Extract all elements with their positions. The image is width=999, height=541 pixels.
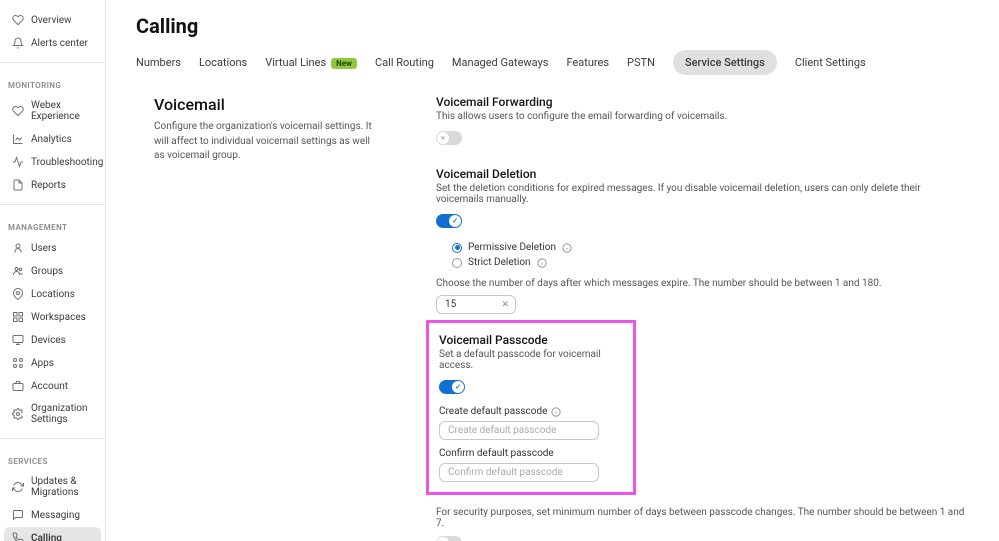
sidebar-section-services: SERVICES <box>0 447 105 470</box>
gear-icon <box>12 408 24 420</box>
phone-icon <box>12 532 24 541</box>
clear-icon[interactable]: ✕ <box>501 300 509 310</box>
passcode-toggle[interactable] <box>439 380 465 394</box>
chat-icon <box>12 509 24 521</box>
sidebar-label: Account <box>31 381 68 392</box>
new-badge: New <box>331 58 357 69</box>
sidebar-alerts-center[interactable]: Alerts center <box>4 32 101 54</box>
sidebar-apps[interactable]: Apps <box>4 352 101 374</box>
sidebar-label: Devices <box>31 335 66 346</box>
sidebar-groups[interactable]: Groups <box>4 260 101 282</box>
sidebar-overview[interactable]: Overview <box>4 9 101 31</box>
strict-radio[interactable] <box>452 258 462 268</box>
sidebar-org-settings[interactable]: Organization Settings <box>4 398 101 430</box>
sidebar-label: Groups <box>31 266 63 277</box>
sidebar-webex-experience[interactable]: Webex Experience <box>4 95 101 127</box>
tabs: Numbers Locations Virtual LinesNew Call … <box>136 50 969 75</box>
deletion-desc: Set the deletion conditions for expired … <box>436 183 969 205</box>
tab-features[interactable]: Features <box>566 50 609 75</box>
grid-icon <box>12 311 24 323</box>
create-passcode-input[interactable]: Create default passcode <box>439 421 599 440</box>
info-icon[interactable] <box>562 243 572 253</box>
sidebar-label: Apps <box>31 358 54 369</box>
pulse-icon <box>12 156 24 168</box>
sidebar-label: Workspaces <box>31 312 86 323</box>
deletion-title: Voicemail Deletion <box>436 167 969 181</box>
sidebar-label: Analytics <box>31 134 72 145</box>
tab-locations[interactable]: Locations <box>199 50 247 75</box>
sidebar-updates[interactable]: Updates & Migrations <box>4 471 101 503</box>
file-icon <box>12 179 24 191</box>
voicemail-heading: Voicemail <box>154 95 376 114</box>
create-passcode-label: Create default passcode <box>439 406 547 417</box>
sidebar-label: Locations <box>31 289 75 300</box>
sidebar-users[interactable]: Users <box>4 237 101 259</box>
tab-virtual-lines[interactable]: Virtual LinesNew <box>265 50 357 75</box>
heart-icon <box>12 105 24 117</box>
sidebar-label: Reports <box>31 180 66 191</box>
sidebar-analytics[interactable]: Analytics <box>4 128 101 150</box>
info-icon[interactable] <box>537 258 547 268</box>
heart-icon <box>12 14 24 26</box>
sidebar-section-monitoring: MONITORING <box>0 71 105 94</box>
sidebar-label: Overview <box>31 15 72 26</box>
deletion-toggle[interactable] <box>436 214 462 228</box>
permissive-label: Permissive Deletion <box>468 242 556 253</box>
sidebar-label: Organization Settings <box>31 403 93 425</box>
confirm-passcode-input[interactable]: Confirm default passcode <box>439 463 599 482</box>
sidebar-account[interactable]: Account <box>4 375 101 397</box>
tab-service-settings[interactable]: Service Settings <box>673 50 777 75</box>
tab-pstn[interactable]: PSTN <box>627 50 655 75</box>
min-days-help: For security purposes, set minimum numbe… <box>436 507 969 529</box>
chart-icon <box>12 133 24 145</box>
deletion-days-input[interactable]: 15 ✕ <box>436 295 516 314</box>
sidebar-troubleshooting[interactable]: Troubleshooting <box>4 151 101 173</box>
pin-icon <box>12 288 24 300</box>
passcode-desc: Set a default passcode for voicemail acc… <box>439 349 623 371</box>
apps-icon <box>12 357 24 369</box>
forwarding-title: Voicemail Forwarding <box>436 95 969 109</box>
briefcase-icon <box>12 380 24 392</box>
monitor-icon <box>12 334 24 346</box>
sidebar-label: Webex Experience <box>31 100 93 122</box>
deletion-days-help: Choose the number of days after which me… <box>436 278 969 289</box>
sidebar-label: Users <box>31 243 57 254</box>
tab-call-routing[interactable]: Call Routing <box>375 50 434 75</box>
sidebar-messaging[interactable]: Messaging <box>4 504 101 526</box>
forwarding-desc: This allows users to configure the email… <box>436 111 969 122</box>
sidebar-label: Troubleshooting <box>31 157 103 168</box>
sidebar-label: Alerts center <box>31 38 88 49</box>
refresh-icon <box>12 481 24 493</box>
user-icon <box>12 242 24 254</box>
users-icon <box>12 265 24 277</box>
sidebar-reports[interactable]: Reports <box>4 174 101 196</box>
info-icon[interactable] <box>551 407 561 417</box>
main-content: Calling Numbers Locations Virtual LinesN… <box>106 0 999 541</box>
tab-numbers[interactable]: Numbers <box>136 50 181 75</box>
sidebar-workspaces[interactable]: Workspaces <box>4 306 101 328</box>
sidebar-devices[interactable]: Devices <box>4 329 101 351</box>
sidebar-section-management: MANAGEMENT <box>0 213 105 236</box>
permissive-radio[interactable] <box>452 243 462 253</box>
passcode-title: Voicemail Passcode <box>439 333 623 347</box>
page-title: Calling <box>136 14 969 38</box>
sidebar-locations[interactable]: Locations <box>4 283 101 305</box>
sidebar-label: Calling <box>31 533 62 541</box>
sidebar-label: Messaging <box>31 510 80 521</box>
forwarding-toggle[interactable] <box>436 131 462 145</box>
sidebar-label: Updates & Migrations <box>31 476 93 498</box>
bell-icon <box>12 37 24 49</box>
voicemail-desc: Configure the organization's voicemail s… <box>154 120 376 164</box>
min-days-toggle[interactable] <box>436 536 462 541</box>
sidebar-calling[interactable]: Calling <box>4 527 101 541</box>
strict-label: Strict Deletion <box>468 257 531 268</box>
tab-client-settings[interactable]: Client Settings <box>795 50 866 75</box>
sidebar: Overview Alerts center MONITORING Webex … <box>0 0 106 541</box>
passcode-highlight: Voicemail Passcode Set a default passcod… <box>426 320 636 495</box>
tab-managed-gateways[interactable]: Managed Gateways <box>452 50 549 75</box>
confirm-passcode-label: Confirm default passcode <box>439 448 554 459</box>
